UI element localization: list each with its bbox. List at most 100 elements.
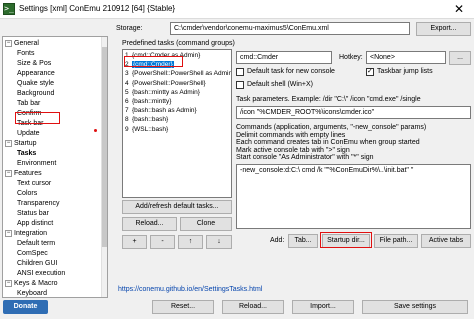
tree-item-fonts[interactable]: Fonts <box>17 49 35 59</box>
title-bar: >_ Settings [xml] ConEmu 210912 [64] {St… <box>0 0 474 19</box>
remove-task-button[interactable]: - <box>150 235 175 249</box>
clone-task-button[interactable]: Clone <box>180 217 232 231</box>
storage-path-field[interactable]: C:\cmder\vendor\conemu-maximus5\ConEmu.x… <box>170 22 410 35</box>
active-tabs-button[interactable]: Active tabs <box>421 234 471 248</box>
tree-item-features[interactable]: − Features <box>5 169 42 179</box>
tree-collapse-icon[interactable]: − <box>5 39 12 47</box>
tree-item-label: App distinct <box>17 220 54 227</box>
tree-item-environment[interactable]: Environment <box>17 159 56 169</box>
tree-item-startup[interactable]: − Startup <box>5 139 37 149</box>
tree-item-label: Tasks <box>17 150 37 157</box>
tree-item-label: Colors <box>17 190 38 197</box>
hotkey-browse-button[interactable]: ... <box>449 51 471 65</box>
commands-help-line: Each command creates tab in ConEmu when … <box>236 139 420 147</box>
tree-collapse-icon[interactable]: − <box>5 169 12 177</box>
task-name: {bash::bash as Admin} <box>132 107 197 115</box>
move-task-up-button[interactable]: ↑ <box>178 235 203 249</box>
task-list-item[interactable]: 7 {bash::bash as Admin} <box>125 106 197 115</box>
storage-label: Storage: <box>116 25 143 32</box>
tree-item-update[interactable]: Update <box>17 129 40 139</box>
tree-item-label: ANSI execution <box>17 270 66 277</box>
tree-item-label: Quake style <box>17 80 54 87</box>
tree-item-transparency[interactable]: Transparency <box>17 199 60 209</box>
tree-item-label: Default term <box>17 240 56 247</box>
hotkey-label: Hotkey: <box>339 54 363 61</box>
add-task-button[interactable]: + <box>122 235 147 249</box>
commands-textarea[interactable]: -new_console:d:C:\ cmd /k ""%ConEmuDir%\… <box>236 164 471 229</box>
hotkey-field[interactable]: <None> <box>366 51 446 64</box>
tree-item-label: Size & Pos <box>17 60 52 67</box>
tree-item-status-bar[interactable]: Status bar <box>17 209 49 219</box>
default-task-checkbox[interactable] <box>236 68 244 76</box>
tree-item-label: Keyboard <box>17 290 47 297</box>
task-list-item[interactable]: 5 {bash::mintty as Admin} <box>125 88 200 97</box>
tree-collapse-icon[interactable]: − <box>5 229 12 237</box>
add-label: Add: <box>270 237 285 244</box>
tree-item-integration[interactable]: − Integration <box>5 229 47 239</box>
tree-item-label: Transparency <box>17 200 60 207</box>
tree-item-label: Status bar <box>17 210 49 217</box>
tree-item-quake-style[interactable]: Quake style <box>17 79 54 89</box>
tree-scrollbar-thumb[interactable] <box>102 47 107 247</box>
tree-item-keyboard[interactable]: Keyboard <box>17 289 47 297</box>
default-shell-checkbox[interactable] <box>236 81 244 89</box>
task-number: 8 <box>125 116 129 124</box>
tree-item-default-term[interactable]: Default term <box>17 239 55 249</box>
task-parameters-label: Task parameters. Example: /dir "C:\" /ic… <box>236 96 421 103</box>
tree-item-tab-bar[interactable]: Tab bar <box>17 99 40 109</box>
tree-item-app-distinct[interactable]: App distinct <box>17 219 53 229</box>
import-button[interactable]: Import... <box>292 300 354 314</box>
tasks-highlight-box <box>15 112 60 124</box>
tree-item-label: ComSpec <box>17 250 48 257</box>
add-tab-button[interactable]: Tab... <box>288 234 318 248</box>
tree-item-ansi-execution[interactable]: ANSI execution <box>17 269 65 279</box>
tree-item-text-cursor[interactable]: Text cursor <box>17 179 51 189</box>
tree-collapse-icon[interactable]: − <box>5 139 12 147</box>
settings-tree[interactable]: − General Fonts Size & Pos Appearance Quake s… <box>2 36 108 298</box>
task-list-item[interactable]: 4 {PowerShell::PowerShell} <box>125 79 206 88</box>
tree-item-keys-macro[interactable]: − Keys & Macro <box>5 279 58 289</box>
add-refresh-default-tasks-button[interactable]: Add/refresh default tasks... <box>122 200 232 214</box>
task-list-item[interactable]: 8 {bash::bash} <box>125 115 168 124</box>
move-task-down-button[interactable]: ↓ <box>206 235 232 249</box>
donate-button[interactable]: Donate <box>3 300 48 314</box>
tree-item-tasks[interactable]: Tasks <box>17 149 36 159</box>
default-shell-label: Default shell (Win+X) <box>247 81 313 88</box>
commands-help-line: Delimit commands with empty lines <box>236 131 346 139</box>
taskbar-jump-lists-checkbox[interactable] <box>366 67 374 76</box>
tree-item-general[interactable]: − General <box>5 39 39 49</box>
tree-item-appearance[interactable]: Appearance <box>17 69 55 79</box>
reset-button[interactable]: Reset... <box>152 300 214 314</box>
task-name: {bash::mintty} <box>132 98 172 105</box>
tree-item-label: Update <box>17 130 40 137</box>
export-button[interactable]: Export... <box>416 22 471 36</box>
task-list-item[interactable]: 9 {WSL::bash} <box>125 125 168 134</box>
tree-item-children-gui[interactable]: Children GUI <box>17 259 57 269</box>
commands-text: -new_console:d:C:\ cmd /k ""%ConEmuDir%\… <box>240 167 414 174</box>
task-list-item[interactable]: 6 {bash::mintty} <box>125 97 171 106</box>
tree-item-comspec[interactable]: ComSpec <box>17 249 48 259</box>
reload-tasks-button[interactable]: Reload... <box>122 217 177 231</box>
tree-item-label: Features <box>14 170 42 177</box>
close-icon[interactable]: ✕ <box>444 0 474 19</box>
taskbar-jump-lists-label: Taskbar jump lists <box>377 68 433 75</box>
reload-settings-button[interactable]: Reload... <box>222 300 284 314</box>
tree-item-background[interactable]: Background <box>17 89 54 99</box>
tree-item-label: Keys & Macro <box>14 280 58 287</box>
tree-item-label: Background <box>17 90 55 97</box>
task-list[interactable]: 1 {cmd::Cmder as Admin} 2 {cmd::Cmder} 3 {Pow… <box>122 49 232 198</box>
task-name-field[interactable]: cmd::Cmder <box>236 51 332 64</box>
tree-item-size-pos[interactable]: Size & Pos <box>17 59 51 69</box>
task-name: {WSL::bash} <box>132 125 169 133</box>
task-list-item[interactable]: 3 {PowerShell::PowerShell as Admin} <box>125 69 231 78</box>
tree-item-label: Fonts <box>17 50 35 57</box>
tree-item-label: Tab bar <box>17 100 41 107</box>
task-parameters-field[interactable]: /icon "%CMDER_ROOT%\icons\cmder.ico" <box>236 106 471 119</box>
tree-item-label: Text cursor <box>17 180 52 187</box>
help-link[interactable]: https://conemu.github.io/en/SettingsTask… <box>118 286 262 293</box>
red-marker-dot <box>94 129 97 132</box>
file-path-button[interactable]: File path... <box>374 234 418 248</box>
save-settings-button[interactable]: Save settings <box>362 300 468 314</box>
tree-collapse-icon[interactable]: − <box>5 279 12 287</box>
tree-item-colors[interactable]: Colors <box>17 189 37 199</box>
